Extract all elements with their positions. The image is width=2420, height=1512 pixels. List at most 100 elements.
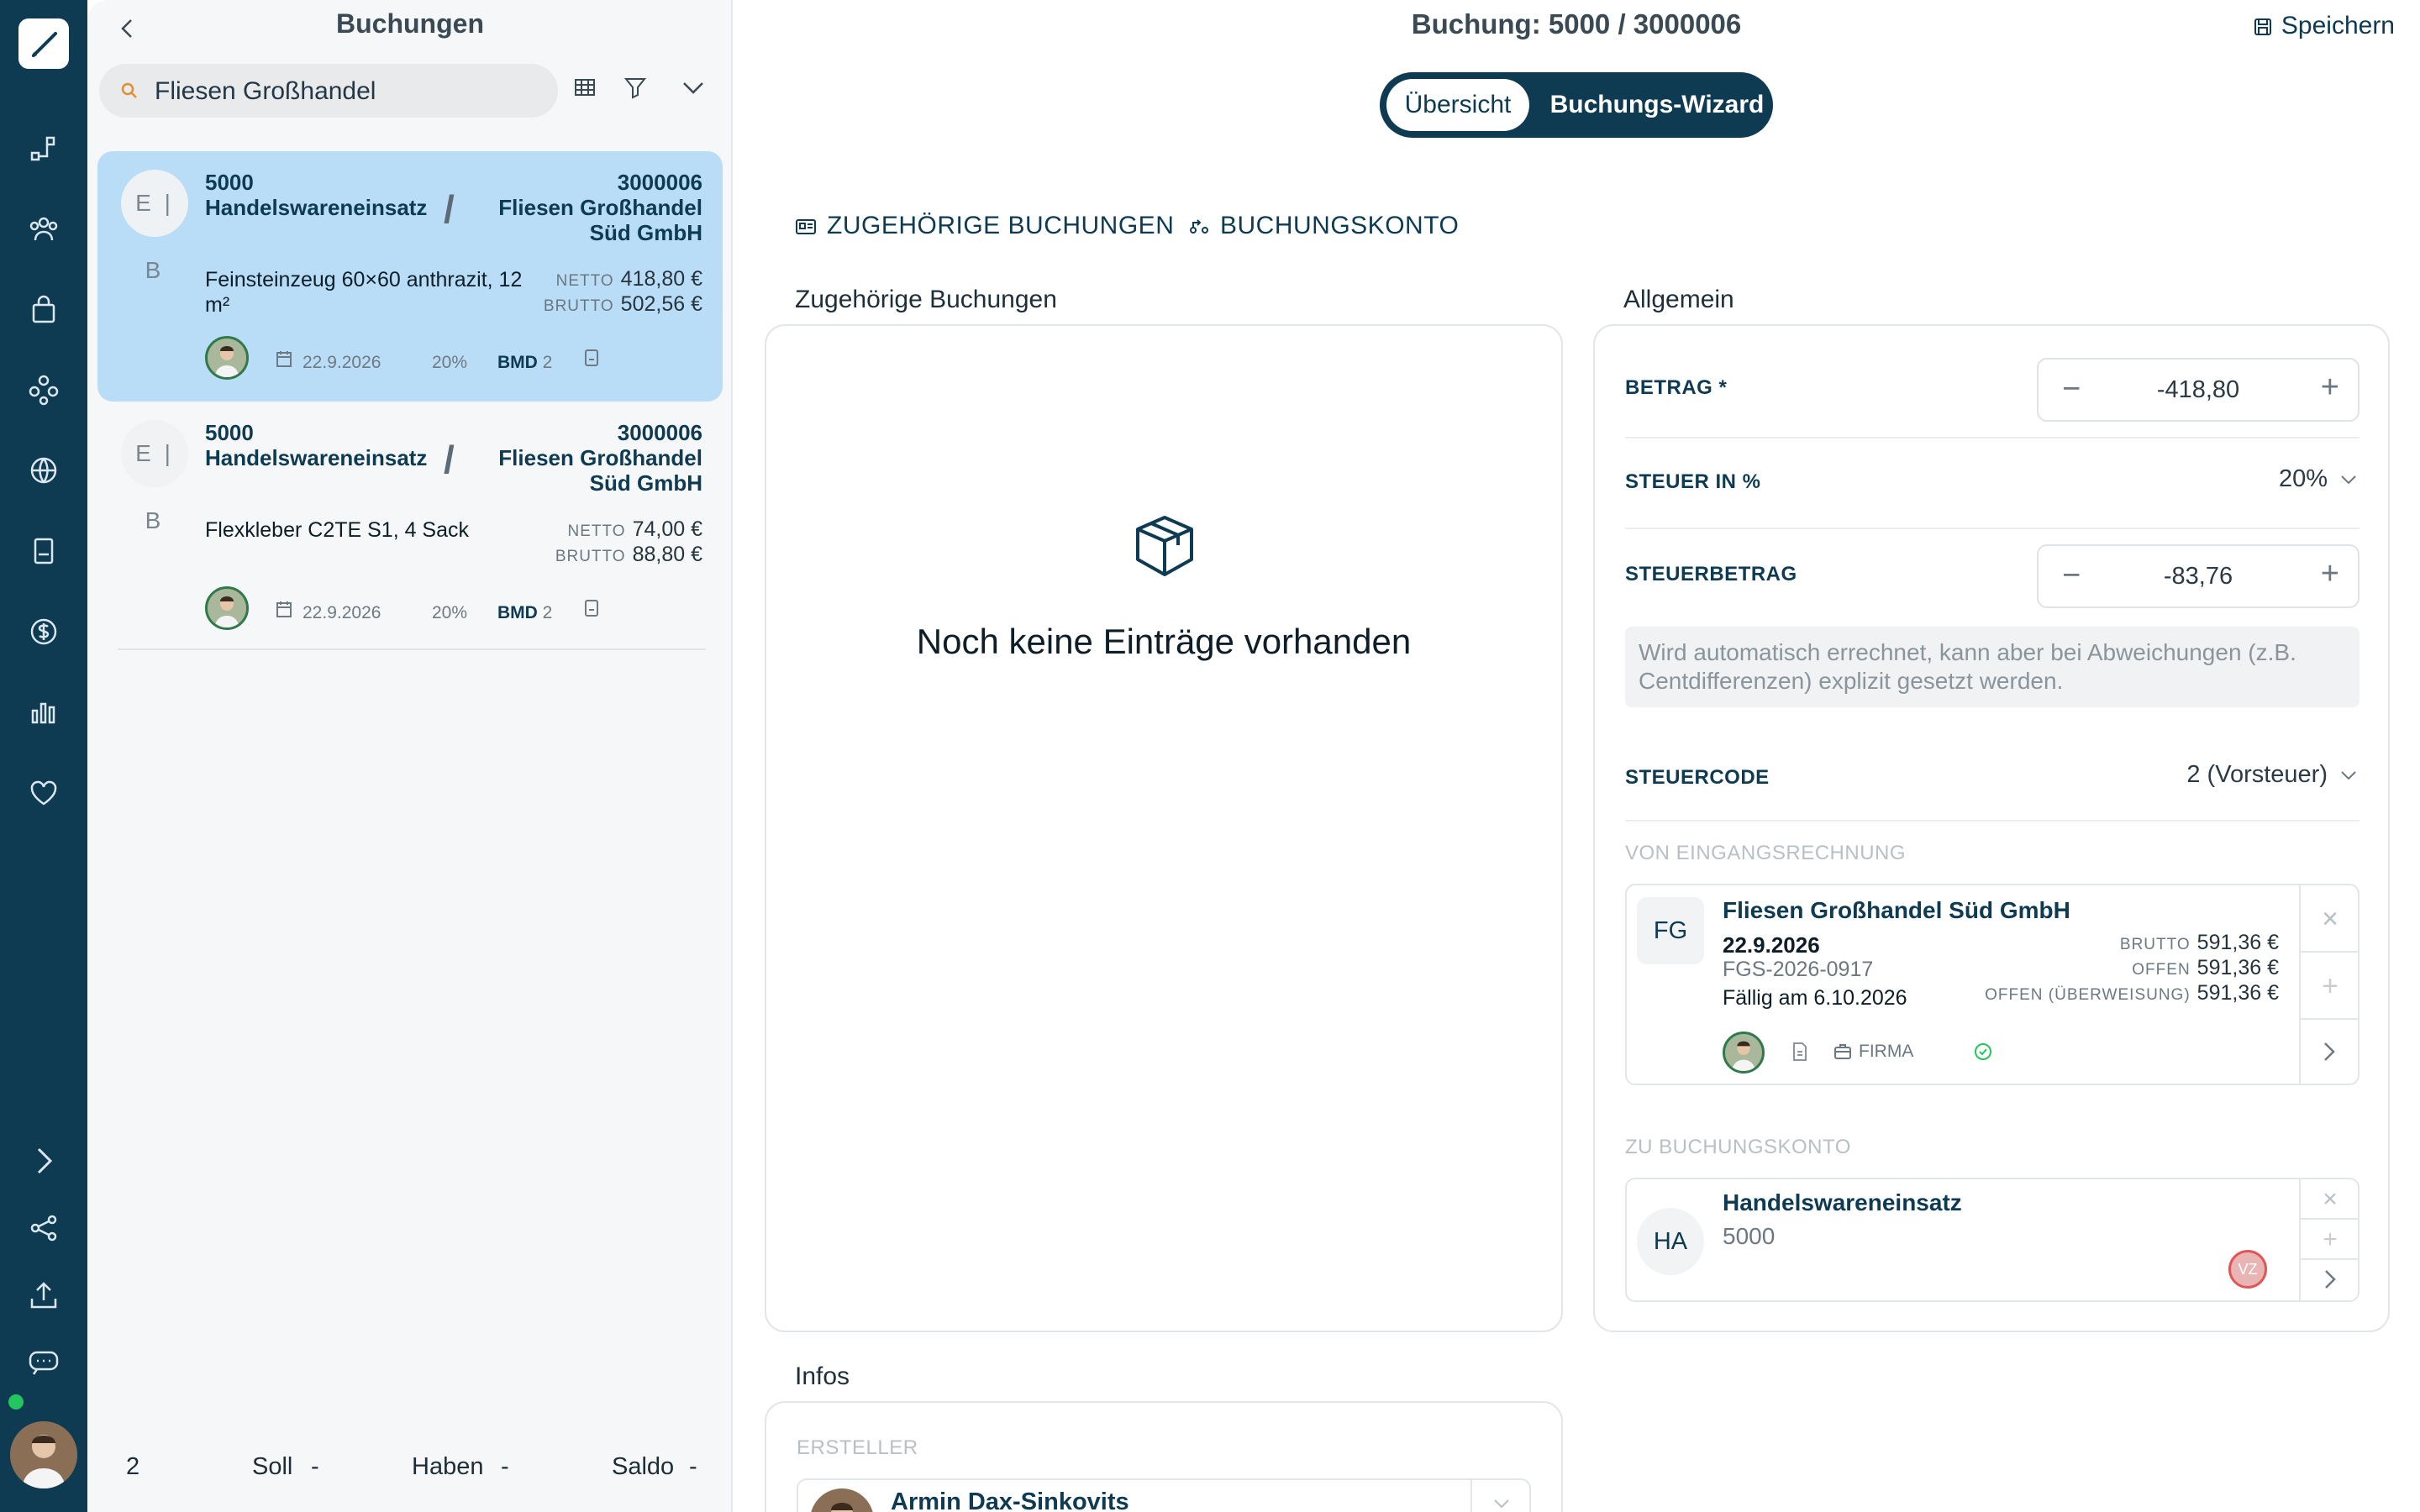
invoice-date: 22.9.2026	[1723, 932, 1820, 958]
related-section-title: Zugehörige Buchungen	[795, 286, 1057, 313]
firma-tag: FIRMA	[1833, 1042, 1913, 1062]
steuer-select[interactable]: 20%	[2279, 465, 2358, 493]
general-panel: BETRAG * − -418,80 + STEUER IN % 20% STE…	[1593, 324, 2390, 1332]
linked-invoice-card[interactable]: FG Fliesen Großhandel Süd GmbH 22.9.2026…	[1625, 884, 2360, 1085]
tab-zugehoerige-buchungen[interactable]: ZUGEHÖRIGE BUCHUNGEN	[795, 212, 1174, 240]
tab-buchungs-wizard[interactable]: Buchungs-Wizard	[1548, 79, 1766, 131]
bookings-list-panel: Buchungen Fliesen Großhandel E | B 5000 …	[87, 0, 733, 1512]
plus-icon[interactable]: +	[2301, 1220, 2360, 1260]
list-footer: 2 Soll - Haben - Saldo -	[87, 1453, 733, 1504]
network-icon[interactable]	[27, 373, 60, 407]
avatar	[205, 586, 249, 630]
invoice-offen-value: 591,36 €	[2196, 956, 2279, 979]
briefcase-icon	[1833, 1043, 1852, 1060]
soll-value: -	[311, 1453, 319, 1480]
netto-label: NETTO	[567, 522, 626, 540]
general-section-title: Allgemein	[1623, 286, 1734, 313]
users-icon[interactable]	[27, 212, 60, 245]
steuer-label: STEUER IN %	[1625, 470, 1761, 493]
brutto-amount: BRUTTO 502,56 €	[544, 292, 702, 317]
invoice-brutto-value: 591,36 €	[2196, 931, 2279, 954]
plus-icon[interactable]: +	[2321, 370, 2339, 406]
empty-state-text: Noch keine Einträge vorhanden	[916, 622, 1412, 661]
tab-uebersicht[interactable]: Übersicht	[1386, 79, 1529, 131]
share-icon[interactable]	[27, 1211, 60, 1245]
steuerbetrag-stepper[interactable]: − -83,76 +	[2037, 544, 2360, 608]
plus-icon[interactable]: +	[2321, 556, 2339, 592]
invoice-brutto-label: BRUTTO	[2119, 936, 2191, 953]
chevron-right-icon[interactable]	[2323, 1268, 2338, 1290]
save-icon	[2253, 17, 2273, 37]
steuerbetrag-label: STEUERBETRAG	[1625, 563, 1797, 585]
calendar-icon	[276, 600, 292, 618]
invoice-offen: OFFEN 591,36 €	[2132, 956, 2279, 980]
netto-amount: NETTO 74,00 €	[568, 517, 702, 542]
booking-card[interactable]: E | B 5000 Handelswareneinsatz / 3000006…	[97, 151, 723, 402]
list-card-icon	[795, 217, 817, 237]
tab-label: ZUGEHÖRIGE BUCHUNGEN	[827, 212, 1175, 239]
booking-description: Flexkleber C2TE S1, 4 Sack	[205, 518, 470, 542]
chevron-right-icon[interactable]	[2321, 1040, 2338, 1063]
shopping-bag-icon[interactable]	[27, 292, 60, 326]
infos-panel: ERSTELLER Armin Dax-Sinkovits	[765, 1401, 1563, 1512]
bmd-label: BMD	[497, 603, 538, 622]
booking-description: Feinsteinzeug 60×60 anthrazit, 12 m²	[205, 268, 523, 317]
heart-icon[interactable]	[27, 776, 60, 810]
bar-chart-icon[interactable]	[27, 696, 60, 729]
brutto-value: 502,56 €	[620, 292, 702, 316]
flow-icon[interactable]	[27, 133, 60, 166]
close-icon[interactable]: ×	[2301, 885, 2360, 953]
table-view-icon[interactable]	[573, 76, 597, 99]
app-logo[interactable]	[18, 18, 69, 69]
invoice-vendor: Fliesen Großhandel Süd GmbH	[1723, 897, 2070, 923]
netto-label: NETTO	[555, 272, 614, 290]
account-number: 5000	[1723, 1223, 1776, 1249]
save-label: Speichern	[2281, 12, 2395, 39]
booking-card[interactable]: E | B 5000 Handelswareneinsatz / 3000006…	[97, 402, 723, 652]
filter-icon[interactable]	[623, 76, 647, 99]
user-avatar[interactable]	[10, 1421, 77, 1488]
account-initials: HA	[1637, 1208, 1704, 1275]
dollar-icon[interactable]	[27, 615, 60, 648]
steuercode-select[interactable]: 2 (Vorsteuer)	[2186, 761, 2358, 789]
receipt-icon	[583, 598, 600, 618]
tax-rate: 20%	[432, 353, 468, 372]
chevron-down-icon[interactable]	[681, 77, 706, 97]
doc-no: 3000006	[617, 420, 702, 445]
partner-info: 3000006 Fliesen Großhandel Süd GmbH	[498, 420, 702, 496]
netto-amount: NETTO 418,80 €	[556, 267, 702, 291]
plus-icon[interactable]: +	[2301, 953, 2360, 1020]
check-circle-icon	[1973, 1042, 1993, 1062]
expand-chevron-icon[interactable]	[27, 1144, 60, 1178]
panel-title: Buchungen	[336, 8, 484, 39]
account-name: Handelswareneinsatz	[205, 195, 428, 220]
invoice-caption: VON EINGANGSRECHNUNG	[1625, 842, 1907, 864]
divider	[1625, 437, 2360, 438]
upload-icon[interactable]	[27, 1278, 60, 1312]
invoice-offen-transfer: OFFEN (ÜBERWEISUNG) 591,36 €	[1985, 981, 2279, 1005]
account-actions: × +	[2299, 1179, 2360, 1300]
globe-icon[interactable]	[27, 454, 60, 487]
tab-buchungskonto[interactable]: BUCHUNGSKONTO	[1188, 212, 1459, 240]
save-button[interactable]: Speichern	[2253, 12, 2395, 40]
partner-line2: Süd GmbH	[589, 220, 702, 245]
avatar	[205, 336, 249, 380]
chevron-down-icon[interactable]	[1470, 1480, 1529, 1512]
related-bookings-panel: Noch keine Einträge vorhanden	[765, 324, 1563, 1332]
page-title: Buchung: 5000 / 3000006	[1411, 8, 1742, 39]
close-icon[interactable]: ×	[2301, 1179, 2360, 1220]
invoice-due: Fällig am 6.10.2026	[1723, 986, 1907, 1010]
chevron-down-icon	[2339, 473, 2358, 486]
steuercode-label: STEUERCODE	[1625, 766, 1770, 789]
separator-slash: /	[444, 187, 455, 231]
brutto-value: 88,80 €	[632, 543, 702, 566]
search-value: Fliesen Großhandel	[155, 77, 376, 105]
chat-icon[interactable]	[27, 1346, 60, 1379]
search-input[interactable]: Fliesen Großhandel	[99, 64, 558, 118]
document-icon[interactable]	[27, 534, 60, 568]
steuerbetrag-hint: Wird automatisch errechnet, kann aber be…	[1625, 627, 2360, 707]
creator-select[interactable]: Armin Dax-Sinkovits	[797, 1478, 1531, 1512]
linked-account-card[interactable]: HA Handelswareneinsatz 5000 VZ × +	[1625, 1178, 2360, 1302]
netto-value: 418,80 €	[620, 267, 702, 291]
betrag-stepper[interactable]: − -418,80 +	[2037, 358, 2360, 422]
